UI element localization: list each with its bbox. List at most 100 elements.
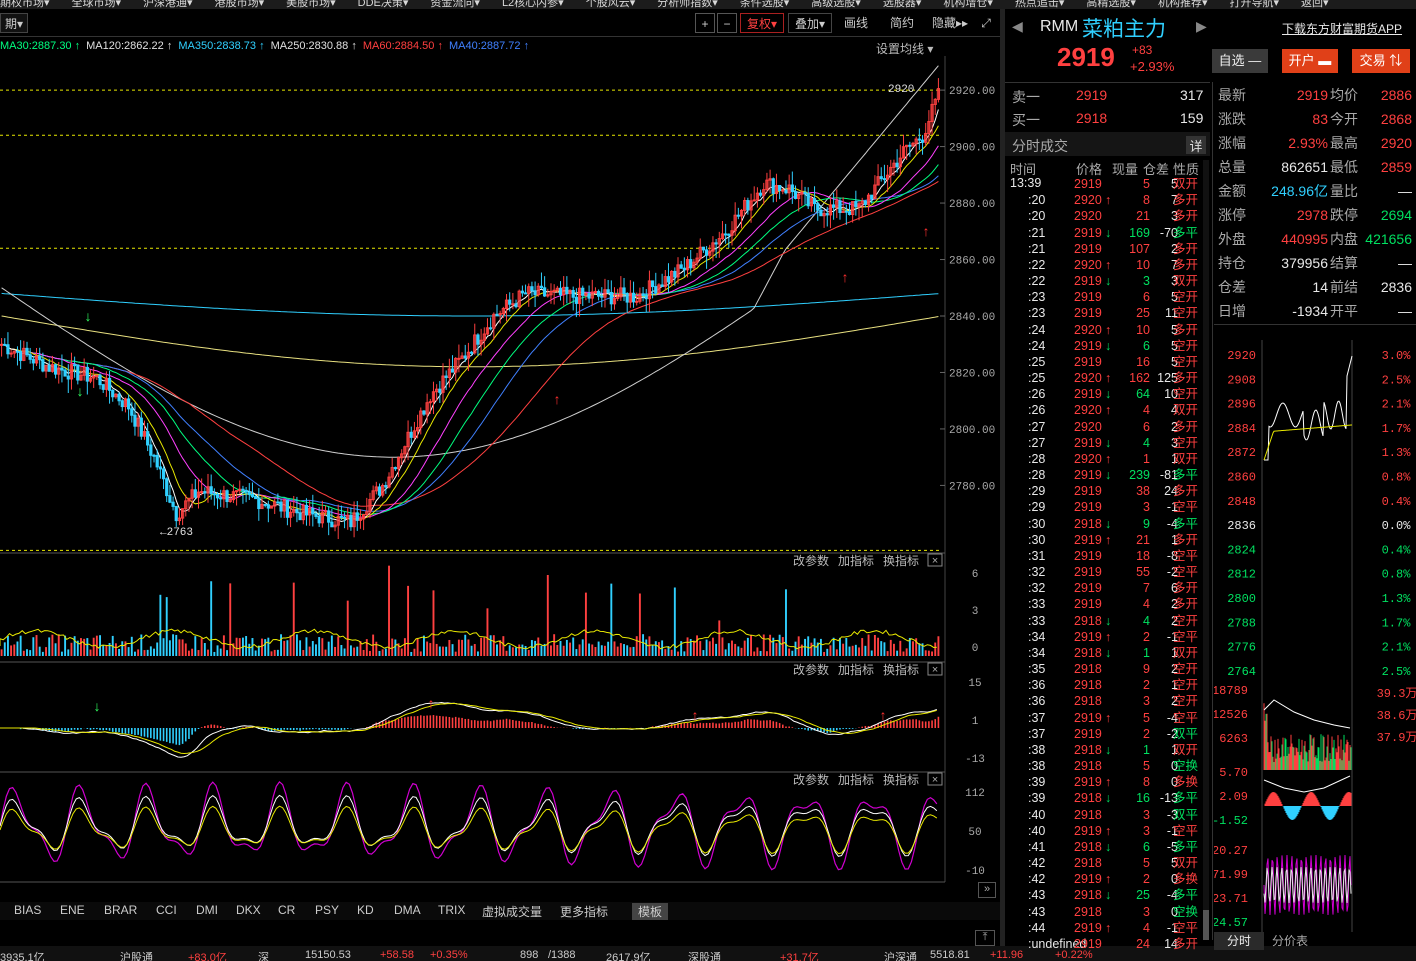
last-price: 2919 — [1057, 42, 1115, 72]
indicator-tab[interactable]: 更多指标 — [560, 903, 608, 920]
panel-button[interactable]: 换指标 — [883, 662, 919, 677]
panel-button[interactable]: 加指标 — [838, 662, 874, 677]
candle-body — [317, 515, 321, 524]
candle-body — [298, 512, 302, 521]
tick-scroll-thumb[interactable] — [1203, 910, 1209, 940]
top-nav-item[interactable]: 个股风云▾ — [586, 0, 636, 9]
watchlist-button[interactable]: 自选 — — [1212, 49, 1268, 73]
candle-body — [203, 491, 207, 494]
indicator-tab[interactable]: DKX — [236, 903, 261, 917]
panel-button[interactable]: 改参数 — [793, 553, 829, 568]
simple-mode-button[interactable]: 简约 — [884, 13, 920, 33]
top-nav-item[interactable]: 机构增仓▾ — [943, 0, 993, 9]
panel-button[interactable]: 改参数 — [793, 662, 829, 677]
top-nav-item[interactable]: 期权市场▾ — [0, 0, 50, 9]
zoom-out-button[interactable]: − — [717, 13, 737, 33]
ma250-line — [1, 315, 939, 368]
mini-vol-line — [1263, 699, 1351, 729]
mini-axis-label: 12526 — [1214, 708, 1248, 722]
signal-arrow: ↓ — [84, 310, 92, 326]
top-nav-item[interactable]: 港股市场▾ — [215, 0, 265, 9]
top-nav-item[interactable]: 资金流向▾ — [430, 0, 480, 9]
hide-button[interactable]: 隐藏▸▸ — [928, 13, 972, 33]
tick-scrollbar[interactable] — [1203, 160, 1209, 940]
ma-settings-button[interactable]: 设置均线 ▾ — [876, 40, 933, 57]
indicator-tab[interactable]: CCI — [156, 903, 177, 917]
top-nav-item[interactable]: L2核心内参▾ — [502, 0, 564, 9]
mini-axis-label: 1.3% — [1382, 592, 1412, 606]
indicator-tab[interactable]: BIAS — [14, 903, 41, 917]
fuquan-button[interactable]: 复权▾ — [740, 13, 784, 33]
indicator-tab[interactable]: DMI — [196, 903, 218, 917]
ma40-line — [1, 175, 939, 512]
top-nav-item[interactable]: 条件选股▾ — [740, 0, 790, 9]
indicator-tab[interactable]: TRIX — [438, 903, 465, 917]
top-nav-item[interactable]: 美股市场▾ — [286, 0, 336, 9]
candle-body — [469, 351, 474, 354]
indicator-tab[interactable]: KD — [357, 903, 374, 917]
intraday-mini-chart[interactable]: 2920 3.0% 2908 2.5% 2896 2.1% 2884 1.7% 2872 1.3%… — [1214, 340, 1416, 932]
candle-body — [917, 138, 921, 141]
tick-row: :39 2918 ↓ 16 -13 多平 — [1028, 791, 1199, 806]
candle-body — [285, 499, 290, 518]
candle-body — [593, 290, 598, 293]
top-nav-item[interactable]: 分析师指数▾ — [657, 0, 718, 9]
period-select[interactable]: 期▾ — [0, 13, 28, 33]
app-download-link[interactable]: 下载东方财富期货APP — [1282, 20, 1402, 37]
panel-button[interactable]: 换指标 — [883, 553, 919, 568]
mini-axis-label: 0.8% — [1382, 568, 1412, 582]
indicator-tab[interactable]: DMA — [394, 903, 421, 917]
top-nav-item[interactable]: 全球市场▾ — [72, 0, 122, 9]
tab-price-table[interactable]: 分价表 — [1272, 932, 1308, 950]
panel-button[interactable]: 换指标 — [883, 772, 919, 787]
expand-icon[interactable]: ⤢ — [976, 13, 996, 33]
top-nav-item[interactable]: 打开导航▾ — [1229, 0, 1279, 9]
scroll-right-icon[interactable]: » — [978, 882, 996, 898]
candle-body — [644, 295, 648, 300]
tab-intraday[interactable]: 分时 — [1214, 932, 1264, 950]
top-nav-item[interactable]: 高级选股▾ — [811, 0, 861, 9]
indicator-tab[interactable]: 虚拟成交量 — [482, 903, 542, 920]
candle-body — [635, 300, 639, 303]
candle-body — [622, 287, 626, 295]
detail-button[interactable]: 详 — [1186, 136, 1206, 154]
indicator-tab[interactable]: ENE — [60, 903, 85, 917]
top-nav-item[interactable]: 机构推荐▾ — [1158, 0, 1208, 9]
next-arrow-icon[interactable]: ▶ — [1196, 18, 1207, 35]
candle-body — [574, 296, 578, 304]
close-icon: × — [932, 775, 939, 787]
trade-button[interactable]: 交易 ⇅ — [1352, 49, 1410, 73]
candle-body — [422, 410, 426, 415]
expand-panel-icon[interactable]: ⤒ — [975, 930, 995, 946]
divider — [1005, 82, 1210, 83]
panel-button[interactable]: 加指标 — [838, 772, 874, 787]
candle-body — [781, 189, 785, 192]
top-nav-item[interactable]: 高精选股▾ — [1086, 0, 1136, 9]
price-tick-label: 2900.00 — [949, 143, 995, 155]
zoom-in-button[interactable]: + — [695, 13, 715, 33]
indicator-tab[interactable]: PSY — [315, 903, 339, 917]
mini-axis-label: 2812 — [1227, 568, 1256, 582]
sub-axis-label: -13 — [965, 754, 985, 766]
draw-line-button[interactable]: 画线 — [838, 13, 874, 33]
top-nav-item[interactable]: 返回▾ — [1301, 0, 1329, 9]
tick-row: :42 2918 5 5 双开 — [1028, 856, 1199, 871]
panel-button[interactable]: 改参数 — [793, 772, 829, 787]
tick-row: :21 2919 ↓ 169 -70 多平 — [1028, 225, 1199, 240]
tick-row: :42 2919 ↑ 2 0 多换 — [1028, 872, 1199, 887]
mini-axis-label: 37.9万 — [1377, 731, 1416, 745]
prev-arrow-icon[interactable]: ◀ — [1012, 18, 1023, 35]
top-nav-item[interactable]: 沪深港通▾ — [143, 0, 193, 9]
top-nav-item[interactable]: 热点追击▾ — [1015, 0, 1065, 9]
open-account-button[interactable]: 开户 ▬ — [1282, 49, 1338, 73]
status-item: 沪股通 — [120, 952, 153, 961]
kline-chart[interactable]: 2920.00 2900.00 2880.00 2860.00 2840.00 2820.… — [0, 56, 1000, 886]
indicator-tab[interactable]: 模板 — [632, 903, 669, 920]
indicator-tab[interactable]: CR — [278, 903, 295, 917]
top-nav-item[interactable]: DDE决策▾ — [358, 0, 409, 9]
indicator-tab[interactable]: BRAR — [104, 903, 137, 917]
overlay-button[interactable]: 叠加▾ — [788, 13, 832, 33]
panel-button[interactable]: 加指标 — [838, 553, 874, 568]
top-nav-item[interactable]: 选股器▾ — [883, 0, 922, 9]
candle-body — [727, 233, 731, 236]
